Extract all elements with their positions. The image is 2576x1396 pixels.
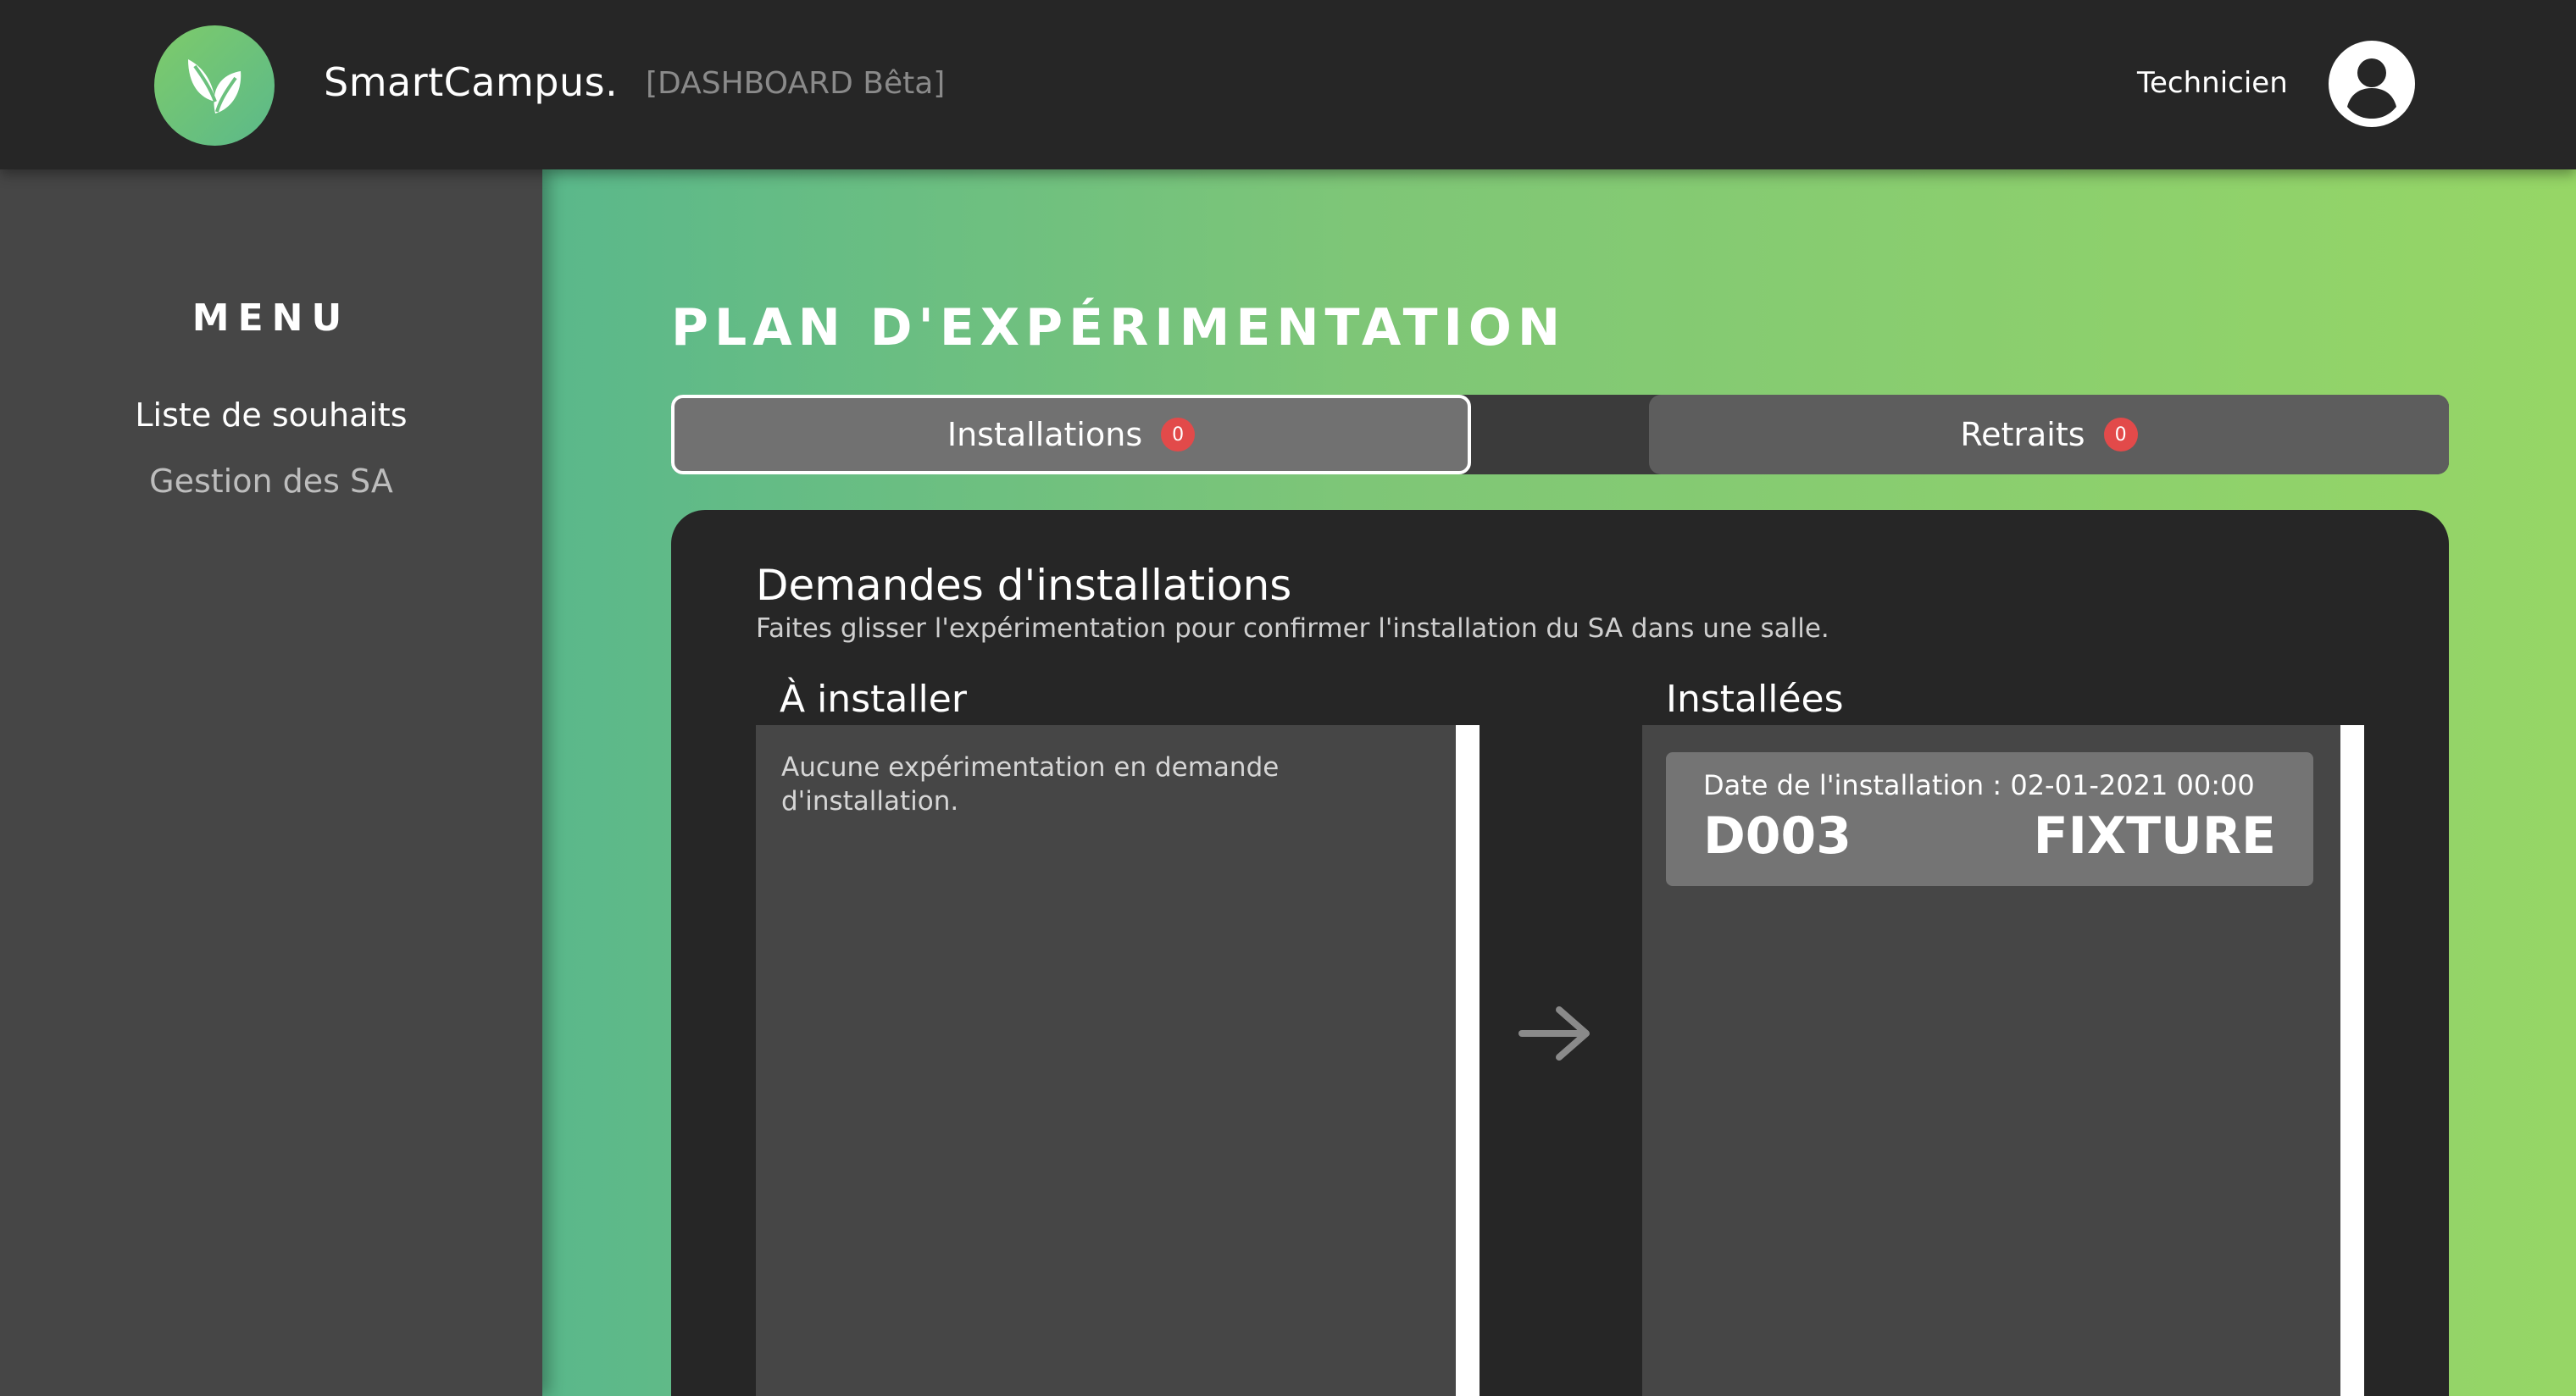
user-avatar[interactable] — [2329, 41, 2415, 127]
count-badge: 0 — [1161, 418, 1196, 451]
menu-title: MENU — [192, 296, 351, 340]
tab-installations[interactable]: Installations 0 — [671, 395, 1471, 474]
user-circle-icon — [2329, 41, 2415, 127]
sidebar-item-sa-management[interactable]: Gestion des SA — [0, 463, 542, 500]
page-title: PLAN D'EXPÉRIMENTATION — [671, 298, 1567, 357]
scrollbar-installed[interactable] — [2340, 725, 2364, 1396]
app-tag: [DASHBOARD Bêta] — [646, 66, 946, 101]
experiment-type: FIXTURE — [2033, 806, 2276, 866]
app-logo[interactable] — [154, 25, 275, 146]
column-title-to-install: À installer — [780, 678, 967, 721]
tab-label: Retraits — [1960, 416, 2085, 453]
empty-state-text: Aucune expérimentation en demande d'inst… — [781, 752, 1280, 817]
user-role-label: Technicien — [2137, 66, 2288, 100]
column-title-installed: Installées — [1666, 678, 1844, 721]
panel-subtitle: Faites glisser l'expérimentation pour co… — [756, 613, 1829, 644]
panel-title: Demandes d'installations — [756, 561, 1292, 610]
sidebar-item-wishlist[interactable]: Liste de souhaits — [0, 396, 542, 434]
scrollbar-to-install[interactable] — [1456, 725, 1480, 1396]
arrow-right-icon — [1517, 1003, 1595, 1067]
app-name: SmartCampus. — [324, 59, 619, 105]
top-bar: SmartCampus. [DASHBOARD Bêta] Technicien — [0, 0, 2576, 169]
count-badge: 0 — [2103, 418, 2138, 451]
installation-date: Date de l'installation : 02-01-2021 00:0… — [1703, 769, 2255, 801]
dropzone-to-install[interactable] — [756, 725, 1456, 1396]
experiment-card[interactable]: Date de l'installation : 02-01-2021 00:0… — [1666, 752, 2313, 886]
tab-label: Installations — [947, 416, 1143, 453]
leaf-icon — [188, 59, 242, 114]
tab-retraits[interactable]: Retraits 0 — [1649, 395, 2449, 474]
sidebar: MENU Liste de souhaits Gestion des SA — [0, 169, 542, 1396]
room-code: D003 — [1703, 806, 1852, 866]
